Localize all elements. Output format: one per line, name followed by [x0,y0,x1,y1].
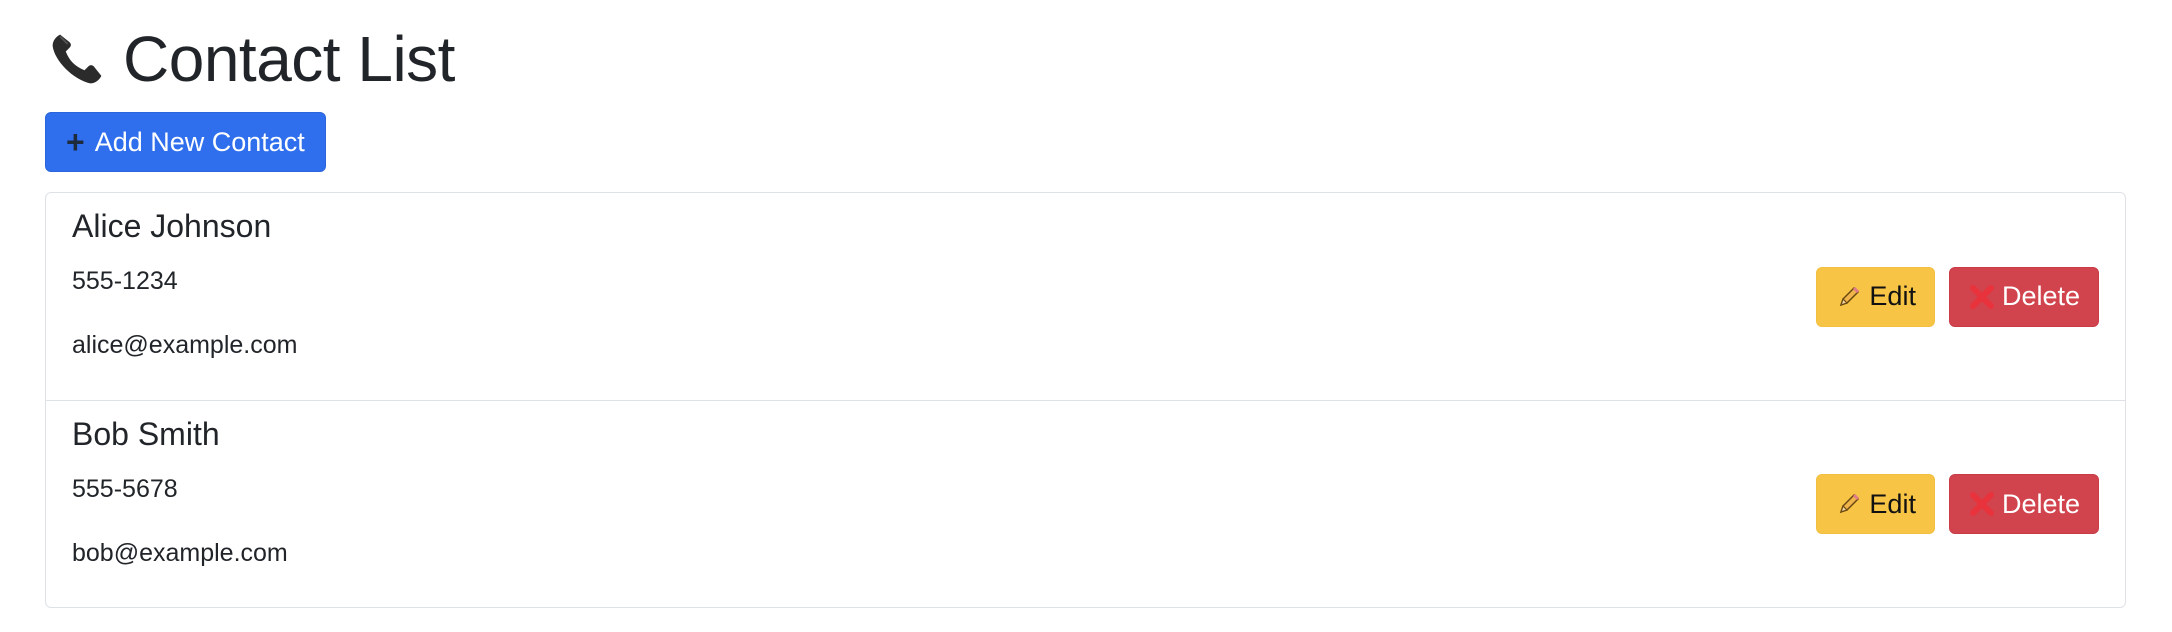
cross-icon [1968,283,1996,311]
contact-item: Bob Smith 555-5678 bob@example.com Edit [46,400,2125,607]
add-contact-button[interactable]: + Add New Contact [45,112,326,172]
pencil-icon [1835,283,1863,311]
contact-phone: 555-1234 [72,267,178,295]
pencil-icon [1835,490,1863,518]
page-title: Contact List [123,23,455,95]
add-contact-label: Add New Contact [94,126,305,157]
contact-name: Bob Smith [72,416,220,452]
contact-actions: Edit Delete [1816,266,2099,327]
contact-list: Alice Johnson 555-1234 alice@example.com… [45,192,2126,608]
header: Contact List [45,0,2127,112]
contact-email: alice@example.com [72,331,298,359]
edit-button[interactable]: Edit [1816,474,1935,534]
contact-email: bob@example.com [72,539,288,567]
contact-name: Alice Johnson [72,208,272,244]
edit-button[interactable]: Edit [1816,266,1935,327]
contact-item: Alice Johnson 555-1234 alice@example.com… [46,193,2125,400]
delete-label: Delete [2001,281,2080,311]
plus-icon: + [66,124,85,160]
delete-label: Delete [2001,488,2080,519]
page: Contact List + Add New Contact Alice Joh… [0,0,2172,632]
edit-label: Edit [1869,281,1916,311]
contact-phone: 555-5678 [72,475,178,503]
cross-icon [1968,490,1996,518]
edit-label: Edit [1869,488,1916,519]
delete-button[interactable]: Delete [1948,266,2099,327]
contact-actions: Edit Delete [1816,474,2099,534]
delete-button[interactable]: Delete [1948,474,2099,534]
telephone-icon [45,27,109,91]
